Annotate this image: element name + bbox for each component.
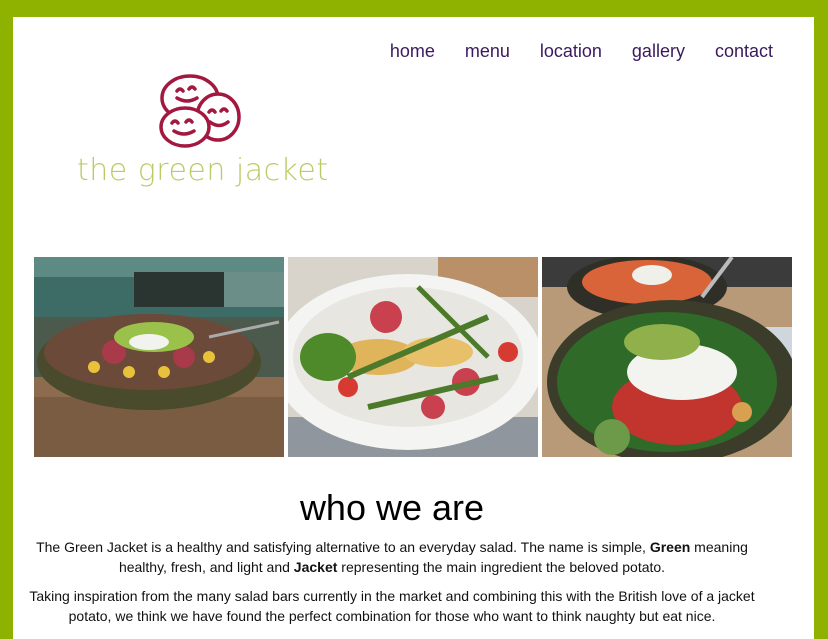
nav-location[interactable]: location bbox=[540, 41, 602, 62]
nav-gallery[interactable]: gallery bbox=[632, 41, 685, 62]
salad-photo-3 bbox=[542, 257, 792, 457]
about-p1-jacket-bold: Jacket bbox=[293, 559, 338, 575]
about-p1-text-a: The Green Jacket is a healthy and satisf… bbox=[36, 539, 650, 555]
photo-gallery bbox=[34, 257, 792, 457]
about-heading: who we are bbox=[299, 487, 485, 528]
main-nav: home menu location gallery contact bbox=[390, 41, 773, 62]
salad-photo-1 bbox=[34, 257, 284, 457]
page-container: home menu location gallery contact the g… bbox=[13, 17, 814, 639]
about-paragraph-1: The Green Jacket is a healthy and satisf… bbox=[23, 537, 761, 577]
about-p1-text-e: representing the main ingredient the bel… bbox=[337, 559, 666, 575]
about-paragraph-2: Taking inspiration from the many salad b… bbox=[29, 588, 755, 624]
nav-home[interactable]: home bbox=[390, 41, 435, 62]
logo-text: the green jacket bbox=[77, 153, 329, 188]
salad-photo-2 bbox=[288, 257, 538, 457]
about-p1-green-bold: Green bbox=[649, 539, 691, 555]
nav-contact[interactable]: contact bbox=[715, 41, 773, 62]
nav-menu[interactable]: menu bbox=[465, 41, 510, 62]
